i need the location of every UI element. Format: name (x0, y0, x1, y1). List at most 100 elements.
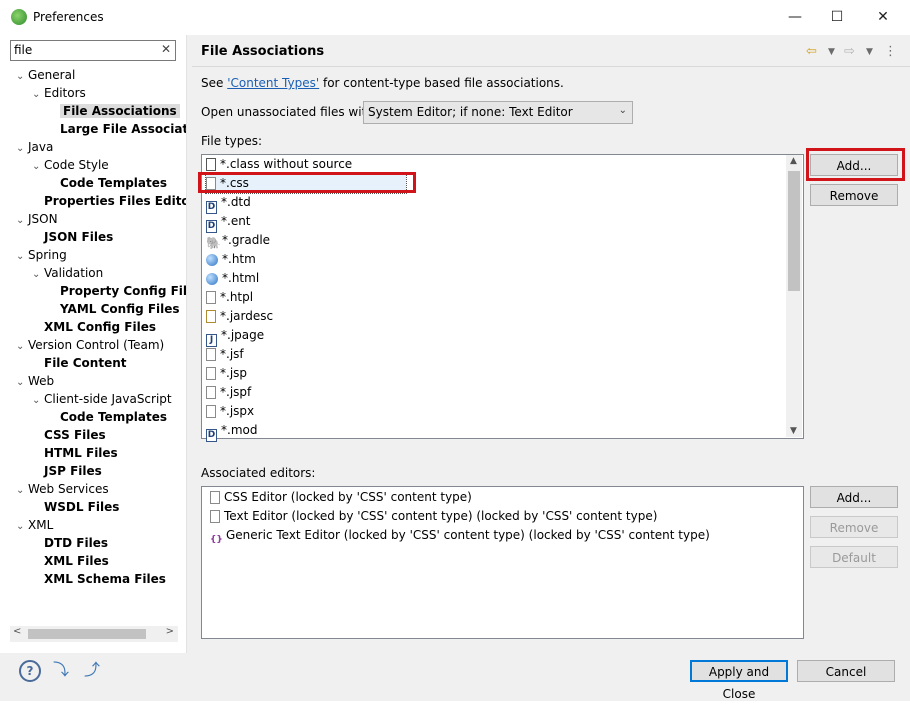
add-file-type-button[interactable]: Add... (810, 154, 898, 176)
list-item[interactable]: {} Generic Text Editor (locked by 'CSS' c… (210, 526, 710, 545)
chevron-down-icon[interactable]: ⌄ (32, 266, 44, 284)
tree-node[interactable]: ⌄ Validation (32, 264, 103, 282)
list-item[interactable]: *.htpl (206, 288, 253, 307)
tree-node-label: Code Templates (60, 176, 168, 190)
list-item[interactable]: Text Editor (locked by 'CSS' content typ… (210, 507, 657, 526)
back-menu-chevron-down-icon[interactable]: ▼ (828, 47, 835, 57)
scroll-down-icon[interactable]: ▼ (790, 426, 797, 436)
chevron-down-icon[interactable]: ⌄ (32, 392, 44, 410)
tree-node[interactable]: ⌄ Java (16, 138, 53, 156)
remove-file-type-button[interactable]: Remove (810, 184, 898, 206)
remove-editor-button[interactable]: Remove (810, 516, 898, 538)
tree-node-label: XML Config Files (44, 320, 156, 334)
export-icon[interactable]: ⤴ (81, 660, 103, 680)
tree-node[interactable]: XML Config Files (32, 318, 156, 336)
file-types-list[interactable]: *.class without source *.css D *.dtd D *.ent 🐘… (201, 154, 804, 442)
scrollbar-thumb[interactable] (28, 629, 146, 639)
help-icon[interactable]: ? (19, 660, 41, 682)
chevron-down-icon[interactable]: ⌄ (16, 518, 28, 536)
scroll-up-icon[interactable]: ▲ (790, 156, 797, 166)
tree-node[interactable]: JSON Files (32, 228, 113, 246)
tree-node[interactable]: WSDL Files (32, 498, 119, 516)
apply-and-close-button[interactable]: Apply and Close (690, 660, 788, 701)
add-editor-button[interactable]: Add... (810, 486, 898, 508)
tree-node[interactable]: YAML Config Files (48, 300, 180, 318)
close-button[interactable]: ✕ (860, 0, 906, 34)
list-item[interactable]: *.html (206, 269, 259, 288)
chevron-down-icon[interactable]: ⌄ (32, 158, 44, 176)
forward-arrow-icon[interactable]: ⇨ (844, 44, 855, 59)
chevron-down-icon[interactable]: ⌄ (16, 248, 28, 266)
file-types-vertical-scrollbar[interactable]: ▲ ▼ (786, 155, 802, 437)
tree-node[interactable]: Large File Associati (48, 120, 186, 138)
tree-node[interactable]: ⌄ JSON (16, 210, 58, 228)
tree-node[interactable]: ⌄ Client-side JavaScript (32, 390, 172, 408)
chevron-down-icon[interactable]: ⌄ (32, 86, 44, 104)
forward-menu-chevron-down-icon[interactable]: ▼ (866, 47, 873, 57)
import-icon[interactable]: ⤵ (50, 660, 72, 680)
list-item[interactable]: *.jsf (206, 345, 244, 364)
list-item[interactable]: *.jspx (206, 402, 254, 421)
tree-node-label: Property Config File (60, 284, 186, 298)
tree-node[interactable]: JSP Files (32, 462, 102, 480)
tree-node[interactable]: ⌄ Web Services (16, 480, 109, 498)
tree-node[interactable]: ⌄ Web (16, 372, 54, 390)
tree-node[interactable]: Properties Files Editor (32, 192, 186, 210)
tree-node[interactable]: ⌄ Spring (16, 246, 67, 264)
list-item[interactable]: *.jsp (206, 364, 247, 383)
chevron-down-icon[interactable]: ⌄ (16, 140, 28, 158)
list-item[interactable]: CSS Editor (locked by 'CSS' content type… (210, 488, 472, 507)
tree-node[interactable]: XML Files (32, 552, 109, 570)
minimize-button[interactable]: — (772, 0, 818, 34)
chevron-down-icon[interactable]: ⌄ (16, 482, 28, 500)
list-item[interactable]: J *.jpage (206, 326, 264, 347)
tree-node-label: Editors (44, 86, 86, 100)
view-menu-icon[interactable]: ⋮ (884, 44, 897, 59)
tree-node[interactable]: CSS Files (32, 426, 106, 444)
open-unassociated-select[interactable]: System Editor; if none: Text Editor ⌄ (363, 101, 633, 124)
cancel-button[interactable]: Cancel (797, 660, 895, 682)
maximize-button[interactable]: ☐ (814, 0, 860, 34)
scroll-left-icon[interactable]: < (13, 626, 21, 637)
clear-filter-icon[interactable]: ✕ (161, 42, 171, 56)
chevron-down-icon[interactable]: ⌄ (16, 374, 28, 392)
scroll-right-icon[interactable]: > (166, 626, 174, 637)
tree-node[interactable]: XML Schema Files (32, 570, 166, 588)
tree-node-label: WSDL Files (44, 500, 120, 514)
list-item[interactable]: D *.mod (206, 421, 257, 442)
tree-node-label: XML Files (44, 554, 109, 568)
tree-node[interactable]: ⌄ Version Control (Team) (16, 336, 164, 354)
default-editor-button[interactable]: Default (810, 546, 898, 568)
tree-node[interactable]: Property Config File (48, 282, 186, 300)
chevron-down-icon[interactable]: ⌄ (16, 68, 28, 86)
list-item[interactable]: D *.dtd (206, 193, 251, 214)
tree-node[interactable]: Code Templates (48, 408, 167, 426)
associated-editors-list[interactable]: CSS Editor (locked by 'CSS' content type… (201, 486, 804, 639)
content-types-link[interactable]: 'Content Types' (227, 76, 319, 90)
tree-node[interactable]: HTML Files (32, 444, 118, 462)
tree-node[interactable]: ⌄ XML (16, 516, 53, 534)
tree-node[interactable]: ⌄ Code Style (32, 156, 109, 174)
list-item[interactable]: *.htm (206, 250, 256, 269)
list-item[interactable]: *.jardesc (206, 307, 273, 326)
tree-node[interactable]: Code Templates (48, 174, 167, 192)
chevron-down-icon[interactable]: ⌄ (16, 212, 28, 230)
scrollbar-thumb[interactable] (788, 171, 800, 291)
list-item[interactable]: *.jspf (206, 383, 251, 402)
tree-node-label: HTML Files (44, 446, 118, 460)
editor-label: Text Editor (locked by 'CSS' content typ… (224, 509, 658, 523)
tree-node-label: Spring (28, 248, 67, 262)
tree-node[interactable]: File Content (32, 354, 127, 372)
list-item[interactable]: 🐘*.gradle (206, 231, 270, 250)
tree-node-label: Version Control (Team) (28, 338, 165, 352)
list-item[interactable]: D *.ent (206, 212, 251, 233)
filter-input[interactable] (11, 41, 154, 58)
tree-horizontal-scrollbar[interactable]: < > (10, 626, 178, 642)
tree-node[interactable]: ⌄ Editors (32, 84, 86, 102)
tree-node[interactable]: File Associations (48, 102, 180, 120)
chevron-down-icon[interactable]: ⌄ (16, 338, 28, 356)
tree-node[interactable]: ⌄ General (16, 66, 75, 84)
back-arrow-icon[interactable]: ⇦ (806, 44, 817, 59)
file-type-label: *.gradle (222, 233, 271, 247)
tree-node[interactable]: DTD Files (32, 534, 108, 552)
